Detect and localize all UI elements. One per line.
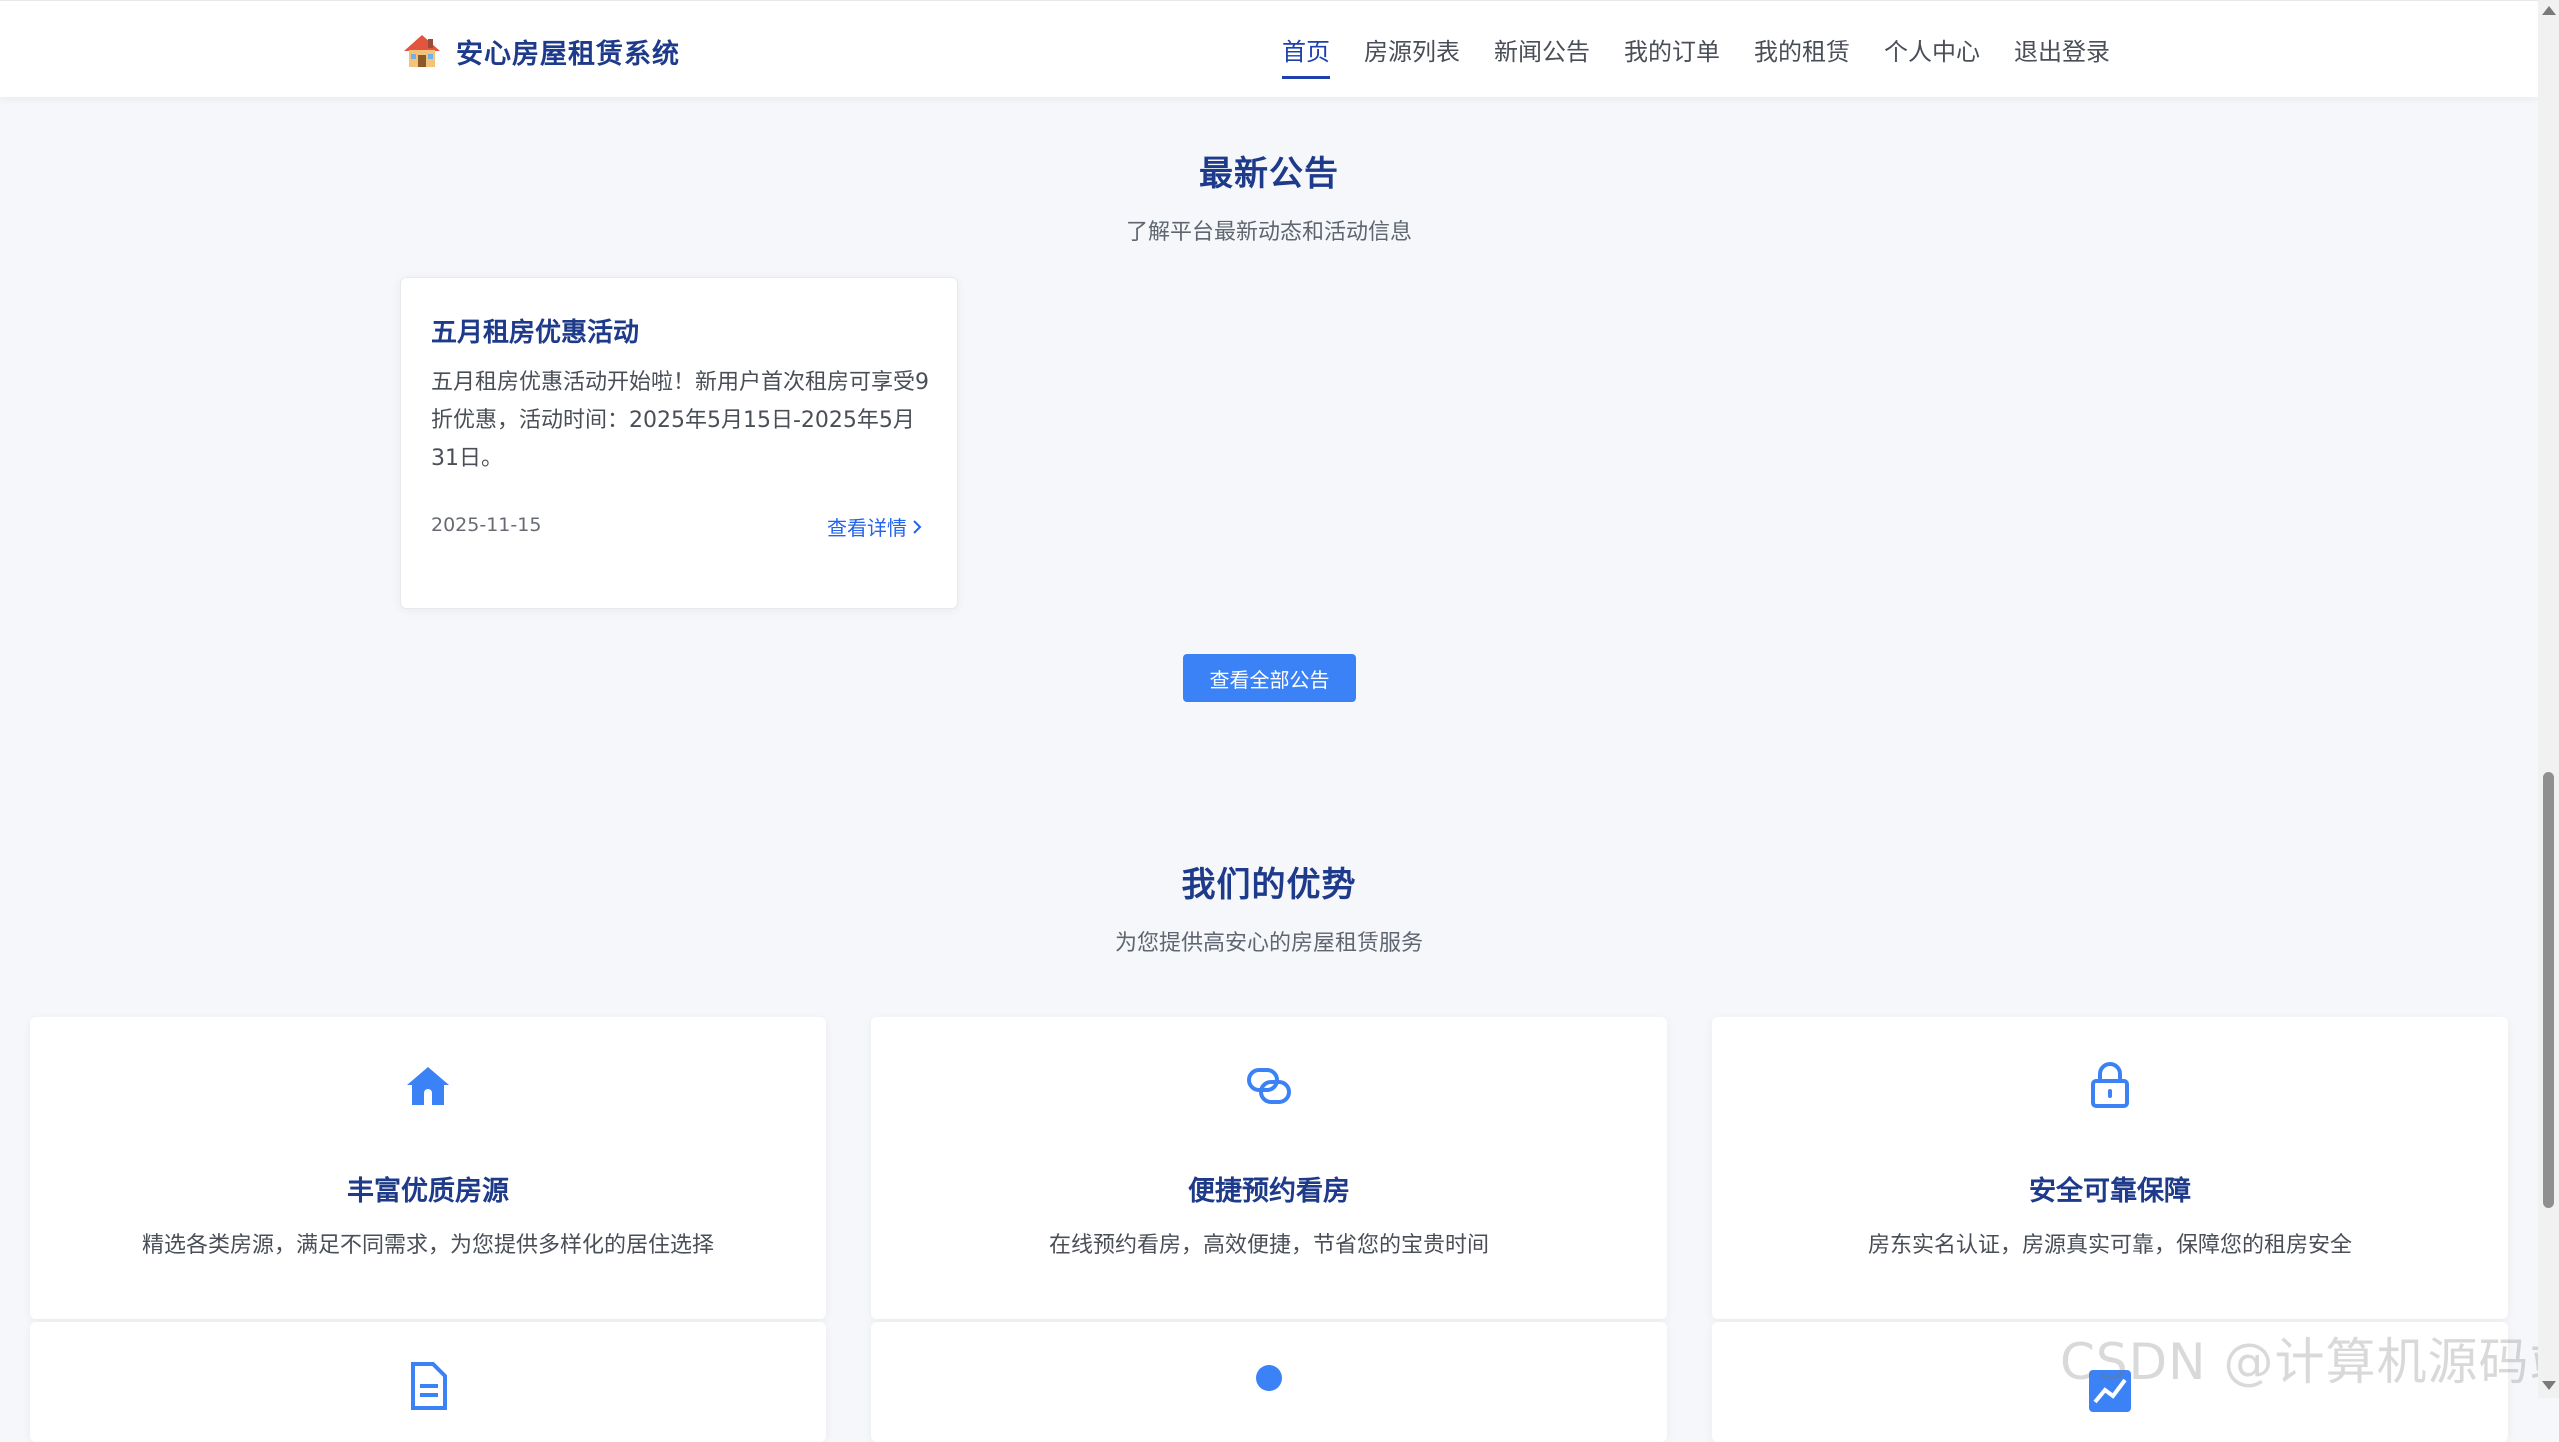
home-icon (407, 1067, 449, 1105)
brand[interactable]: 安心房屋租赁系统 (402, 31, 680, 71)
feature-title: 安全可靠保障 (2029, 1176, 2191, 1207)
link-icon (1247, 1068, 1291, 1104)
notices-title: 最新公告 (1199, 154, 1339, 194)
notice-card[interactable]: 五月租房优惠活动 五月租房优惠活动开始啦！新用户首次租房可享受9折优惠，活动时间… (400, 277, 958, 609)
nav-item-news[interactable]: 新闻公告 (1494, 1, 1590, 97)
feature-title: 丰富优质房源 (347, 1176, 509, 1207)
nav-item-listings[interactable]: 房源列表 (1364, 1, 1460, 97)
user-icon (1256, 1365, 1282, 1391)
nav-item-orders[interactable]: 我的订单 (1624, 1, 1720, 97)
view-all-notices-button[interactable]: 查看全部公告 (1183, 654, 1356, 702)
feature-desc: 房东实名认证，房源真实可靠，保障您的租房安全 (1867, 1233, 2352, 1258)
view-details-link[interactable]: 查看详情 (827, 512, 923, 541)
advantages-subtitle: 为您提供高安心的房屋租赁服务 (1114, 931, 1423, 956)
view-details-label: 查看详情 (827, 516, 907, 540)
feature-title: 便捷预约看房 (1188, 1176, 1350, 1207)
scroll-down-arrow-icon[interactable] (2542, 1381, 2556, 1390)
feature-desc: 在线预约看房，高效便捷，节省您的宝贵时间 (1048, 1233, 1489, 1258)
nav-item-profile[interactable]: 个人中心 (1884, 1, 1980, 97)
nav-item-rentals[interactable]: 我的租赁 (1754, 1, 1850, 97)
watermark: CSDN @计算机源码站 (2060, 1333, 2559, 1391)
nav-item-home[interactable]: 首页 (1282, 1, 1330, 97)
notice-content: 五月租房优惠活动开始啦！新用户首次租房可享受9折优惠，活动时间：2025年5月1… (431, 370, 929, 471)
main-nav: 首页 房源列表 新闻公告 我的订单 我的租赁 个人中心 退出登录 (1282, 1, 2144, 97)
feature-card-booking[interactable]: 便捷预约看房 在线预约看房，高效便捷，节省您的宝贵时间 (871, 1017, 1667, 1319)
scrollbar-thumb[interactable] (2543, 772, 2554, 1208)
feature-card-5[interactable] (871, 1322, 1667, 1442)
top-navbar: 安心房屋租赁系统 首页 房源列表 新闻公告 我的订单 我的租赁 个人中心 退出登… (0, 0, 2538, 97)
chevron-right-icon (913, 519, 922, 534)
house-emoji-icon (404, 35, 440, 67)
page-scrollbar[interactable] (2538, 0, 2559, 1398)
lock-icon (2091, 1062, 2129, 1108)
advantages-title: 我们的优势 (1181, 865, 1357, 905)
notice-title: 五月租房优惠活动 (431, 318, 640, 348)
document-icon (411, 1362, 447, 1410)
feature-desc: 精选各类房源，满足不同需求，为您提供多样化的居住选择 (141, 1233, 714, 1258)
feature-card-listings[interactable]: 丰富优质房源 精选各类房源，满足不同需求，为您提供多样化的居住选择 (30, 1017, 826, 1319)
feature-card-4[interactable] (30, 1322, 826, 1442)
brand-title: 安心房屋租赁系统 (456, 38, 680, 70)
notice-date: 2025-11-15 (431, 514, 542, 536)
scroll-up-arrow-icon[interactable] (2542, 6, 2556, 15)
nav-item-logout[interactable]: 退出登录 (2014, 1, 2110, 97)
feature-card-security[interactable]: 安全可靠保障 房东实名认证，房源真实可靠，保障您的租房安全 (1712, 1017, 2508, 1319)
notices-subtitle: 了解平台最新动态和活动信息 (1125, 220, 1412, 245)
